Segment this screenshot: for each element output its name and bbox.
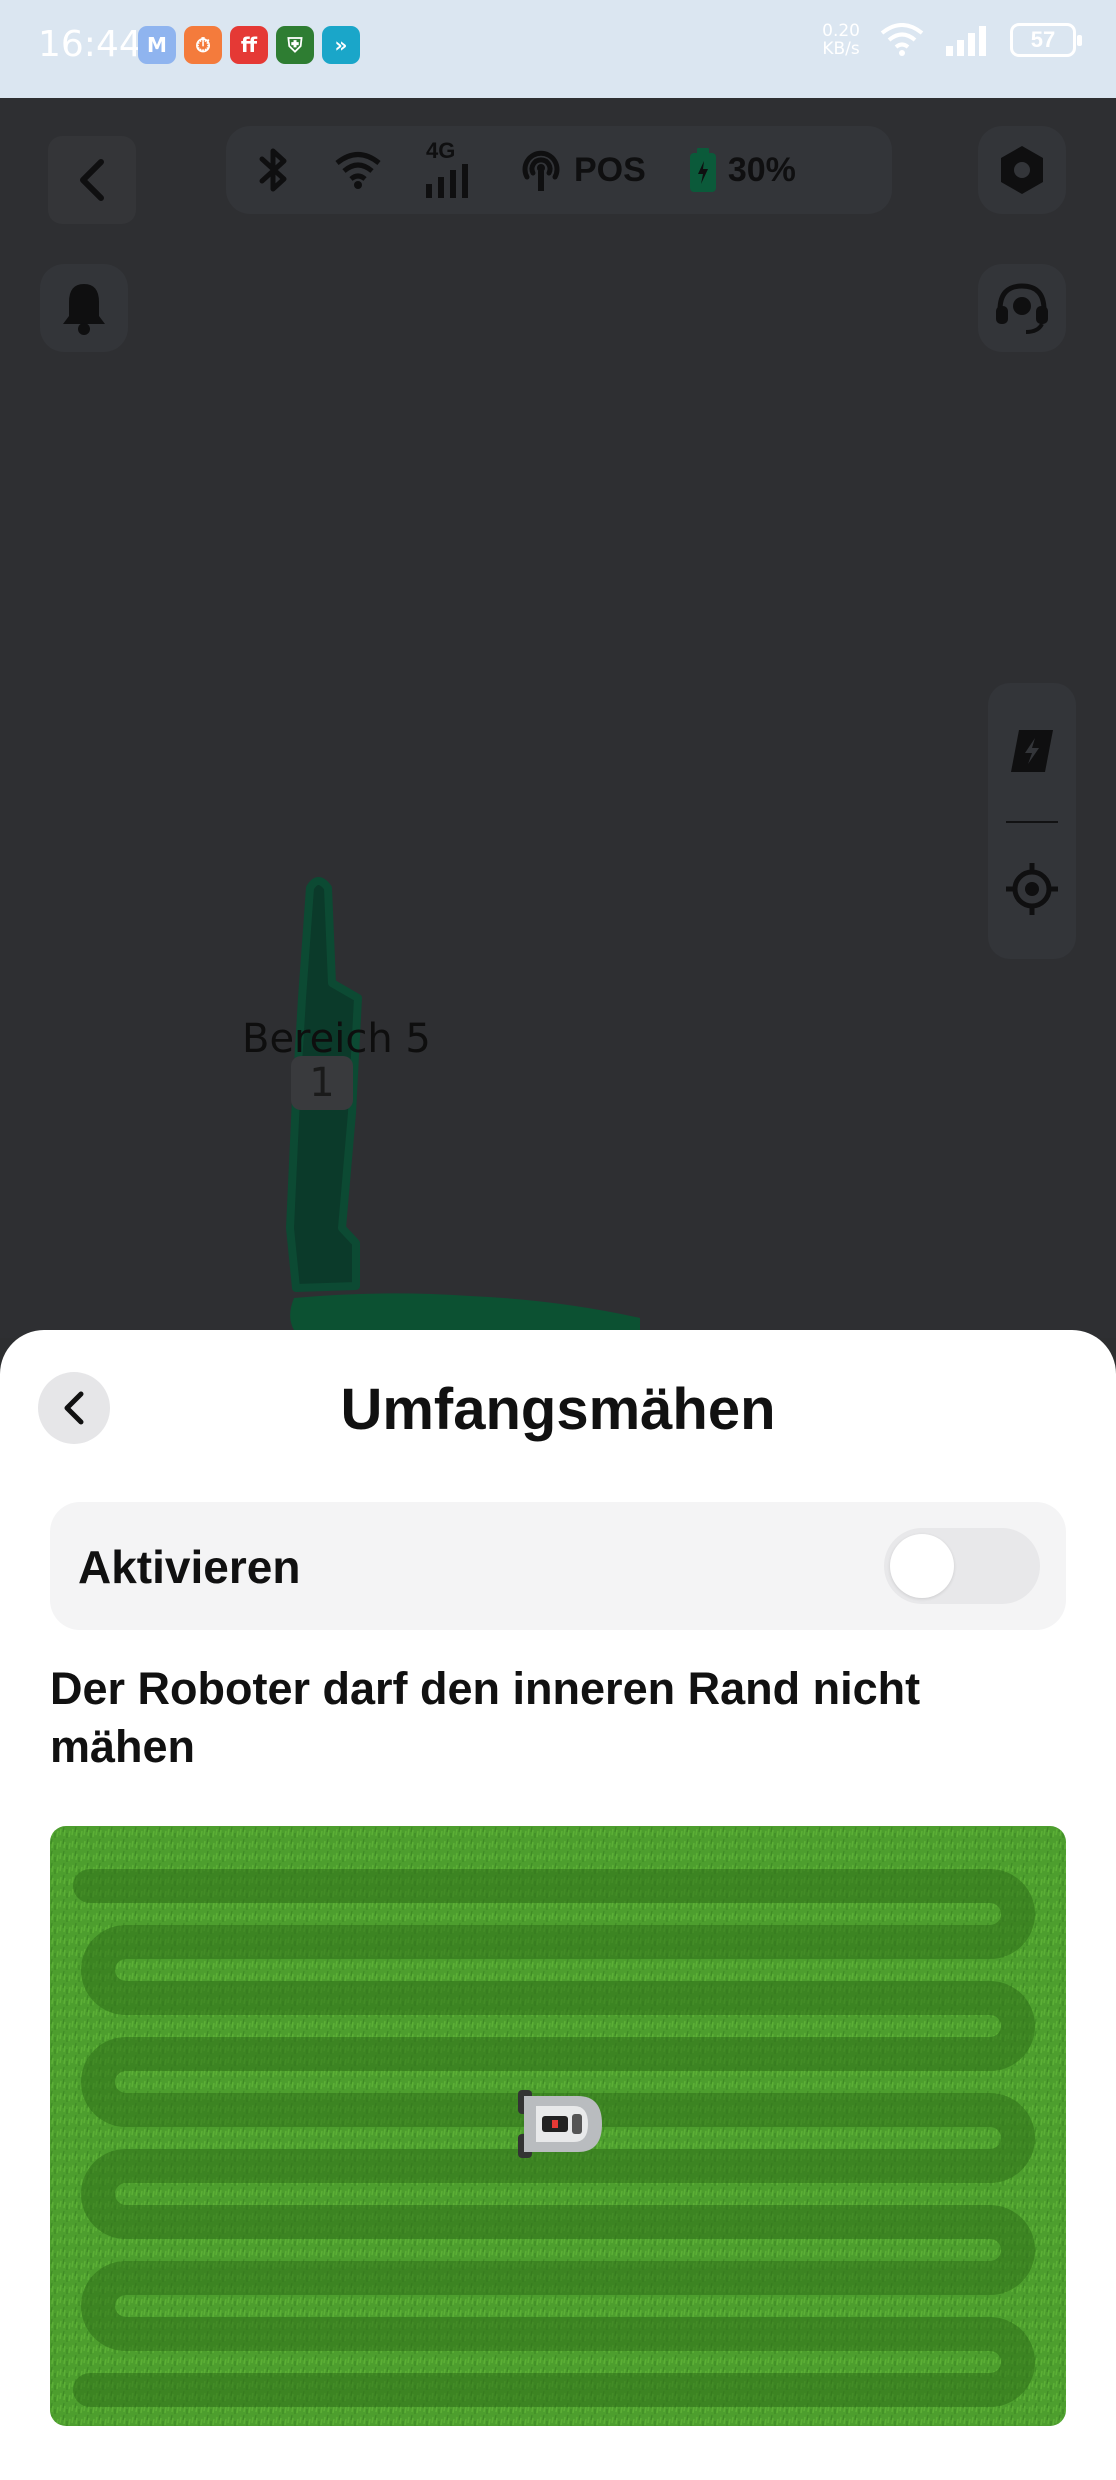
- customer-support-button[interactable]: [978, 264, 1066, 352]
- notifications-button[interactable]: [40, 264, 128, 352]
- wifi-status: [334, 150, 382, 190]
- robot-mower-icon: [518, 2090, 602, 2158]
- status-bar: 16:44 M ⏱ ff ⛨» 0.20 KB/s 57: [0, 0, 1116, 98]
- sheet-description: Der Roboter darf den inneren Rand nicht …: [50, 1663, 921, 1772]
- phone-battery-indicator: 57: [1010, 23, 1082, 57]
- map-side-controls: [988, 683, 1076, 959]
- mowing-pattern-illustration: [50, 1826, 1066, 2426]
- side-controls-divider: [1006, 821, 1058, 823]
- network-type-label: 4G: [426, 138, 456, 163]
- perimeter-mowing-sheet: Umfangsmähen Aktivieren Der Roboter darf…: [0, 1330, 1116, 2480]
- bluetooth-status: [256, 147, 292, 193]
- rtk-signal-icon: [522, 150, 560, 191]
- chevron-left-icon: [64, 1391, 84, 1425]
- timer-app-icon: ⏱: [184, 26, 222, 64]
- activate-row: Aktivieren: [50, 1502, 1066, 1630]
- network-speed-value: 0.20: [822, 21, 860, 41]
- mower-settings-button[interactable]: [978, 126, 1066, 214]
- red-app-icon: ff: [230, 26, 268, 64]
- crosshair-target-icon: [1006, 863, 1058, 915]
- mail-app-icon: M: [138, 26, 176, 64]
- positioning-label: POS: [574, 150, 646, 189]
- connectivity-status-bar: 4G POS 30%: [226, 126, 892, 214]
- notification-app-icons: M ⏱ ff ⛨»: [138, 26, 360, 64]
- wifi-icon: [335, 152, 381, 189]
- toggle-knob: [890, 1534, 954, 1598]
- lawn-pattern: [50, 1826, 1066, 2426]
- phone-battery-level: 57: [1030, 27, 1056, 52]
- zone-number-badge: 1: [291, 1056, 353, 1110]
- cellular-status: 4G: [424, 138, 476, 198]
- arrow-app-icon: »: [322, 26, 360, 64]
- sheet-back-button[interactable]: [38, 1372, 110, 1444]
- positioning-status: POS: [518, 147, 646, 193]
- signal-status-icon: [946, 26, 986, 56]
- bluetooth-icon: [259, 148, 287, 192]
- network-speed: 0.20 KB/s: [822, 22, 860, 58]
- return-to-charge-button[interactable]: [1004, 723, 1060, 779]
- cellular-signal-icon: [426, 164, 468, 198]
- mower-battery-status: 30%: [688, 147, 796, 193]
- activate-toggle[interactable]: [884, 1528, 1040, 1604]
- wifi-status-icon: [880, 23, 924, 56]
- map-view[interactable]: Bereich 5 1 4G POS 30%: [0, 98, 1116, 1338]
- zone-map-shape[interactable]: [0, 98, 1116, 1338]
- battery-icon: [689, 148, 716, 192]
- bell-icon: [63, 284, 105, 335]
- charging-station-icon: [1011, 730, 1053, 772]
- locate-mower-button[interactable]: [1004, 861, 1060, 917]
- activate-label: Aktivieren: [78, 1541, 301, 1593]
- hexagon-settings-icon: [1001, 146, 1043, 194]
- chevron-left-icon: [80, 159, 104, 201]
- mower-battery-percent: 30%: [727, 150, 796, 189]
- status-time: 16:44: [38, 24, 142, 65]
- shield-app-icon: ⛨: [276, 26, 314, 64]
- headset-icon: [996, 283, 1048, 334]
- map-back-button[interactable]: [48, 136, 136, 224]
- network-speed-unit: KB/s: [822, 39, 860, 59]
- sheet-title: Umfangsmähen: [340, 1377, 776, 1442]
- status-right-group: 0.20 KB/s 57: [822, 22, 1082, 58]
